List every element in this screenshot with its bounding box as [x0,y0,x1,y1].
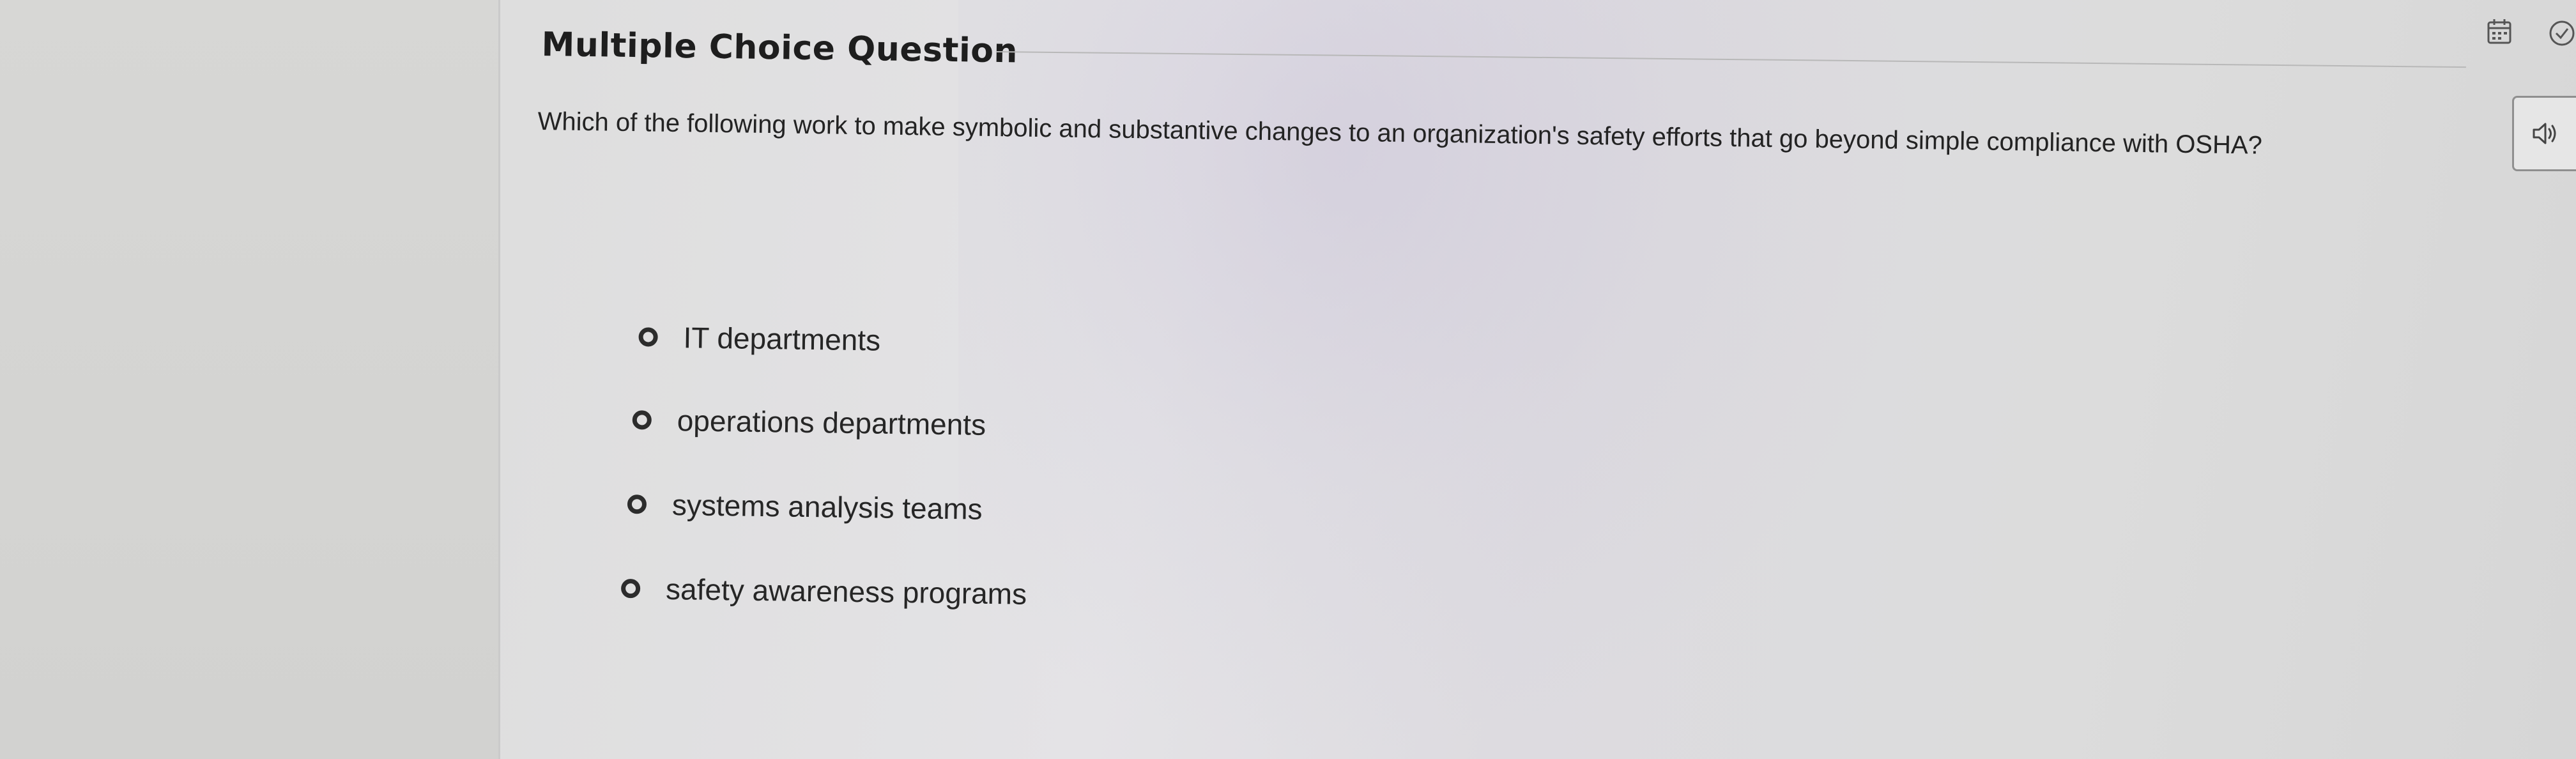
radio-button[interactable] [632,410,652,430]
question-area: Multiple Choice Question Which of the fo… [0,0,2576,759]
question-prompt: Which of the following work to make symb… [537,107,2263,160]
answer-option[interactable]: operations departments [632,402,986,442]
answer-option-label[interactable]: systems analysis teams [672,487,983,526]
answer-option-label[interactable]: IT departments [683,320,880,357]
speaker-icon [2533,123,2556,144]
calendar-icon[interactable] [2487,18,2512,45]
answer-option-label[interactable]: safety awareness programs [666,572,1027,611]
question-type-heading: Multiple Choice Question [541,26,1018,71]
radio-button[interactable] [638,327,658,347]
answer-option-label[interactable]: operations departments [677,403,986,442]
answer-option[interactable]: safety awareness programs [620,571,1027,611]
radio-button[interactable] [620,578,641,599]
radio-button[interactable] [627,494,647,514]
read-aloud-button[interactable] [2512,96,2576,171]
answer-option[interactable]: systems analysis teams [627,487,983,526]
check-circle-icon[interactable] [2548,19,2576,47]
answer-option[interactable]: IT departments [638,319,880,357]
header-divider [996,51,2466,68]
